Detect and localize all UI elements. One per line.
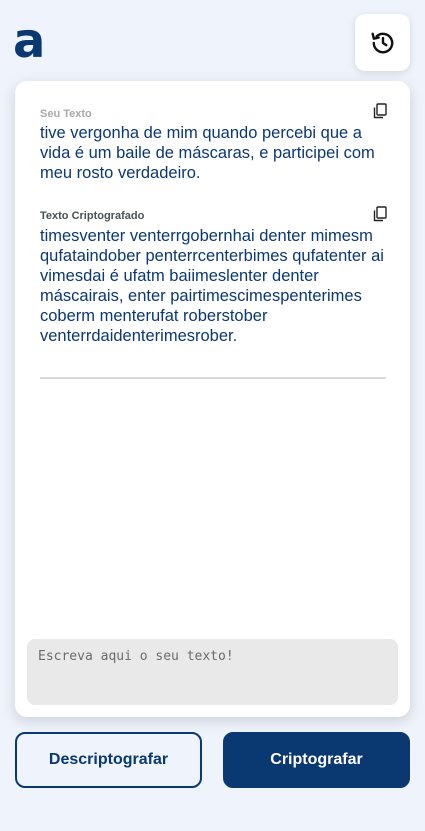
output-label: Texto Criptografado	[40, 210, 145, 222]
copy-icon	[373, 206, 387, 222]
copy-input-button[interactable]	[373, 103, 387, 119]
text-card: Seu Texto tive vergonha de mim quando pe…	[15, 81, 410, 717]
history-button[interactable]	[355, 14, 410, 71]
copy-icon	[373, 103, 387, 119]
decrypt-button[interactable]: Descriptografar	[15, 732, 202, 788]
encrypt-button[interactable]: Criptografar	[223, 732, 410, 788]
input-label: Seu Texto	[40, 108, 92, 120]
history-icon	[371, 32, 393, 53]
logo: a	[13, 13, 45, 69]
copy-output-button[interactable]	[373, 206, 387, 222]
divider	[40, 377, 386, 379]
output-text: timesventer venterrgobernhai denter mime…	[40, 227, 384, 345]
input-text: tive vergonha de mim quando percebi que …	[40, 124, 375, 182]
text-input-field[interactable]	[27, 639, 398, 705]
